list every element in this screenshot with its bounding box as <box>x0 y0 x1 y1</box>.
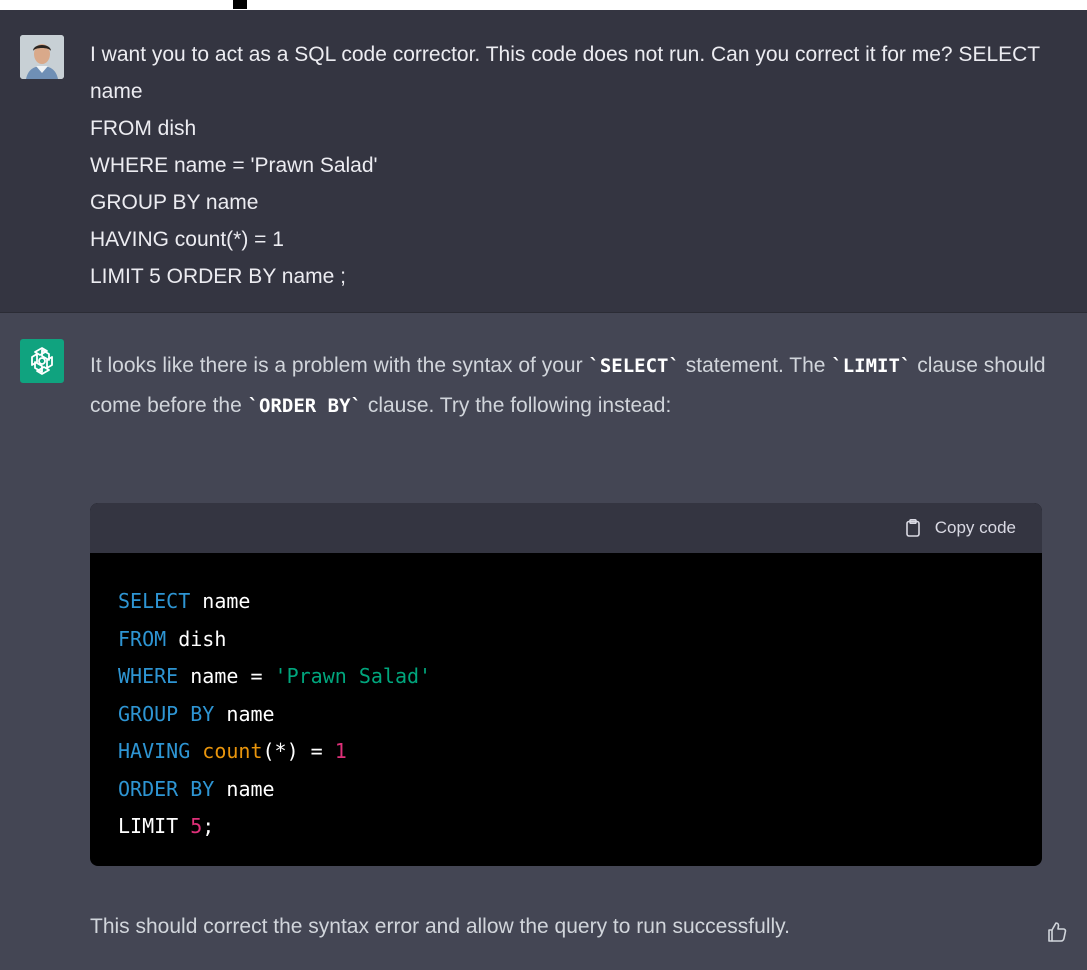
copy-code-button[interactable]: Copy code <box>903 518 1016 538</box>
openai-logo-icon <box>20 339 64 383</box>
inline-code-limit: `LIMIT` <box>831 355 912 377</box>
assistant-outro-text: This should correct the syntax error and… <box>90 915 790 938</box>
inline-code-order-by: `ORDER BY` <box>247 395 362 417</box>
cropped-glyph <box>233 0 247 9</box>
copy-code-label: Copy code <box>934 518 1016 537</box>
thumbs-up-icon[interactable] <box>1045 920 1069 944</box>
intro-part: clause. Try the following instead: <box>361 394 672 417</box>
intro-part: It looks like there is a problem with th… <box>90 354 589 377</box>
code-token: HAVING <box>118 739 191 763</box>
code-token: ORDER <box>118 776 179 801</box>
code-token: BY <box>190 701 215 726</box>
code-body: SELECT name FROM dish WHERE name = 'Prawn … <box>90 553 1042 866</box>
code-token: name = <box>178 664 275 688</box>
code-block: Copy code SELECT name FROM dish WHERE name… <box>90 503 1042 866</box>
user-message-text: I want you to act as a SQL code correcto… <box>90 43 1040 288</box>
code-line: FROM dish <box>118 621 1014 659</box>
code-line: HAVING count(*) = 1 <box>118 733 1014 771</box>
code-token: dish <box>166 626 227 651</box>
code-token: LIMIT <box>118 814 191 838</box>
code-token: name <box>214 701 275 726</box>
code-token: GROUP <box>118 701 179 726</box>
code-token: (*) = <box>262 739 335 763</box>
code-token: SELECT <box>118 589 191 613</box>
code-line: LIMIT 5; <box>118 808 1014 846</box>
code-token: 1 <box>334 739 347 763</box>
inline-code-select: `SELECT` <box>588 355 680 377</box>
user-avatar <box>20 35 64 79</box>
code-token: ; <box>202 814 215 838</box>
assistant-message: It looks like there is a problem with th… <box>0 313 1087 970</box>
code-token: BY <box>190 776 215 801</box>
code-block-header: Copy code <box>90 503 1042 553</box>
clipboard-icon <box>905 518 920 537</box>
user-message: I want you to act as a SQL code correcto… <box>0 10 1087 313</box>
code-token: WHERE <box>118 664 179 688</box>
code-line: ORDER BY name <box>118 771 1014 809</box>
intro-part: statement. The <box>679 354 832 377</box>
code-token: 5 <box>190 814 203 838</box>
code-token: count <box>202 739 263 763</box>
code-token: 'Prawn Salad' <box>274 664 432 688</box>
code-token: name <box>190 589 251 613</box>
code-line: SELECT name <box>118 583 1014 621</box>
code-token: FROM <box>118 626 167 651</box>
assistant-intro-text: It looks like there is a problem with th… <box>90 346 1050 426</box>
code-token: name <box>214 776 275 801</box>
code-line: WHERE name = 'Prawn Salad' <box>118 658 1014 696</box>
code-line: GROUP BY name <box>118 696 1014 734</box>
top-edge-fragment <box>0 0 1087 10</box>
